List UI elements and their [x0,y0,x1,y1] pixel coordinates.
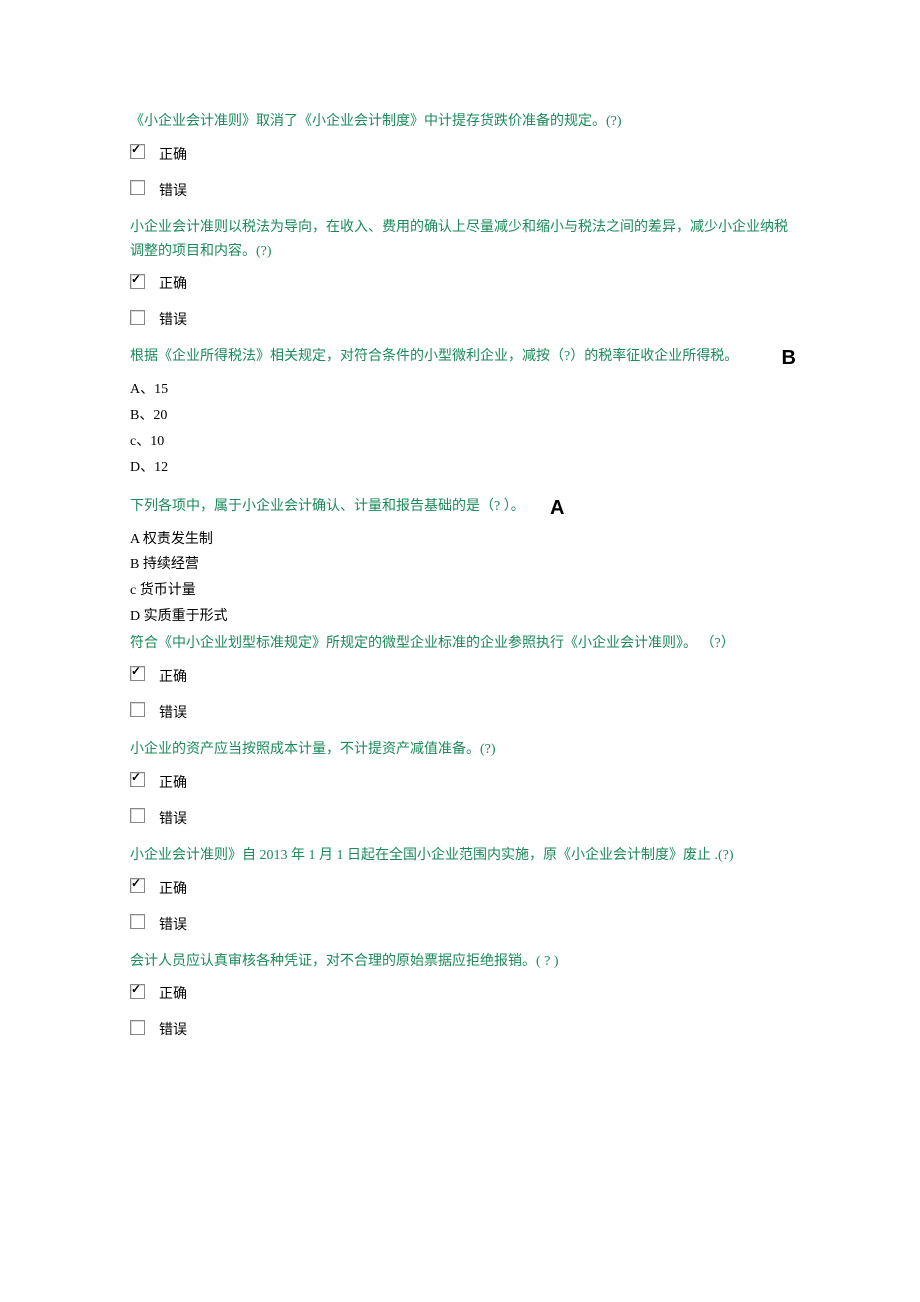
label-wrong: 错误 [159,702,187,722]
option-row-correct: 正确 [130,983,790,1003]
question-1: 《小企业会计准则》取消了《小企业会计制度》中计提存货跌价准备的规定。(?) [130,110,790,134]
q7-month: 1 [309,848,316,863]
q7-part-g: 日起在全国小企业范围内实施，原《小企业会计制度》废止 .(?) [344,848,734,863]
question-4: 下列各项中，属于小企业会计确认、计量和报告基础的是（? ）。 A [130,495,790,519]
option-row-correct: 正确 [130,273,790,293]
label-correct: 正确 [159,772,187,792]
q7-day: 1 [337,848,344,863]
choice-b: B 持续经营 [130,552,790,578]
label-wrong: 错误 [159,309,187,329]
checkbox-correct[interactable] [130,666,145,681]
option-row-wrong: 错误 [130,1019,790,1039]
label-correct: 正确 [159,878,187,898]
option-row-wrong: 错误 [130,808,790,828]
option-row-correct: 正确 [130,878,790,898]
option-row-correct: 正确 [130,772,790,792]
checkbox-correct[interactable] [130,984,145,999]
answer-letter-q4: A [550,491,564,525]
question-3: 根据《企业所得税法》相关规定，对符合条件的小型微利企业，减按（?）的税率征收企业… [130,345,790,369]
option-row-wrong: 错误 [130,914,790,934]
label-wrong: 错误 [159,180,187,200]
option-row-wrong: 错误 [130,180,790,200]
choice-a: A 权责发生制 [130,527,790,553]
label-correct: 正确 [159,144,187,164]
question-6: 小企业的资产应当按照成本计量，不计提资产减值准备。(?) [130,738,790,762]
choice-b: B、20 [130,403,790,429]
choice-d: D 实质重于形式 [130,604,790,630]
question-3-text: 根据《企业所得税法》相关规定，对符合条件的小型微利企业，减按（?）的税率征收企业… [130,349,738,364]
question-2: 小企业会计准则以税法为导向，在收入、费用的确认上尽量减少和缩小与税法之间的差异，… [130,216,790,264]
label-correct: 正确 [159,666,187,686]
option-row-wrong: 错误 [130,702,790,722]
question-7: 小企业会计准则》自 2013 年 1 月 1 日起在全国小企业范围内实施，原《小… [130,844,790,868]
checkbox-wrong[interactable] [130,808,145,823]
q7-part-c: 年 [288,848,309,863]
q7-part-e: 月 [316,848,337,863]
question-4-text: 下列各项中，属于小企业会计确认、计量和报告基础的是（? ）。 [130,499,525,514]
choice-c: c 货币计量 [130,578,790,604]
question-8: 会计人员应认真审核各种凭证，对不合理的原始票据应拒绝报销。( ? ) [130,950,790,974]
q7-year: 2013 [260,848,288,863]
checkbox-wrong[interactable] [130,180,145,195]
checkbox-wrong[interactable] [130,310,145,325]
label-wrong: 错误 [159,808,187,828]
checkbox-correct[interactable] [130,274,145,289]
answer-letter-q3: B [782,341,796,375]
checkbox-wrong[interactable] [130,914,145,929]
checkbox-wrong[interactable] [130,1020,145,1035]
label-wrong: 错误 [159,914,187,934]
choice-c: c、10 [130,429,790,455]
choice-d: D、12 [130,455,790,481]
label-wrong: 错误 [159,1019,187,1039]
checkbox-correct[interactable] [130,772,145,787]
option-row-correct: 正确 [130,144,790,164]
checkbox-wrong[interactable] [130,702,145,717]
choice-a: A、15 [130,377,790,403]
label-correct: 正确 [159,983,187,1003]
option-row-correct: 正确 [130,666,790,686]
label-correct: 正确 [159,273,187,293]
checkbox-correct[interactable] [130,878,145,893]
question-5: 符合《中小企业划型标准规定》所规定的微型企业标准的企业参照执行《小企业会计准则》… [130,632,790,656]
q7-part-a: 小企业会计准则》自 [130,848,260,863]
option-row-wrong: 错误 [130,309,790,329]
checkbox-correct[interactable] [130,144,145,159]
